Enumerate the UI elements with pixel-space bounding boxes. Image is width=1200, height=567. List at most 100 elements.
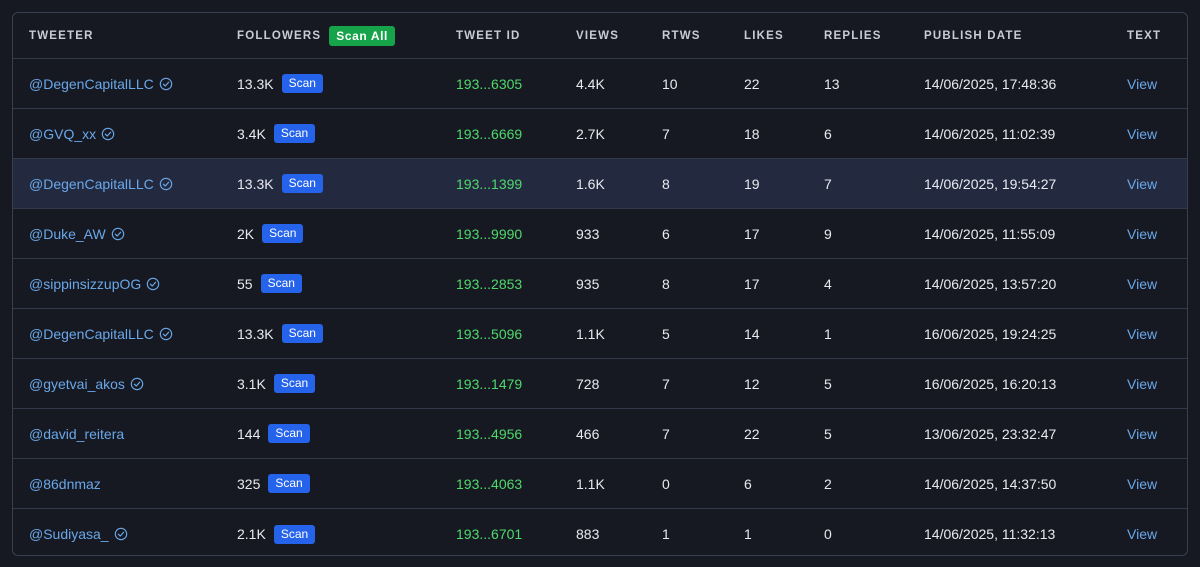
verified-check-icon (159, 327, 173, 341)
header-views: VIEWS (576, 29, 620, 42)
scan-button[interactable]: Scan (273, 124, 316, 143)
scan-button[interactable]: Scan (273, 374, 316, 393)
view-text-link[interactable]: View (1127, 409, 1157, 458)
view-text-link[interactable]: View (1127, 209, 1157, 258)
publish-date: 13/06/2025, 23:32:47 (924, 425, 1057, 442)
scan-button[interactable]: Scan (260, 274, 302, 293)
followers-count: 2.1K (237, 526, 266, 542)
table-row[interactable]: @Duke_AW 2K Scan 193...9990 933 6 17 9 14/06/202… (13, 209, 1187, 259)
replies-count: 7 (824, 175, 832, 192)
likes-count: 19 (744, 175, 760, 192)
followers-cell: 55 Scan (237, 259, 302, 308)
views-count: 1.6K (576, 175, 605, 192)
tweet-id-link[interactable]: 193...6701 (456, 509, 522, 555)
followers-cell: 2K Scan (237, 209, 304, 258)
likes-count: 17 (744, 225, 760, 242)
table-row[interactable]: @DegenCapitalLLC 13.3K Scan 193...1399 1.6K 8… (13, 159, 1187, 209)
tweeter-handle-link[interactable]: @86dnmaz (29, 476, 101, 492)
followers-count: 13.3K (237, 75, 274, 92)
replies-count: 9 (824, 225, 832, 242)
views-count: 883 (576, 526, 600, 542)
table-row[interactable]: @Sudiyasa_ 2.1K Scan 193...6701 883 1 1 0 14/06/… (13, 509, 1187, 555)
likes-count: 22 (744, 75, 760, 92)
tweet-id-link[interactable]: 193...1399 (456, 159, 522, 208)
followers-cell: 144 Scan (237, 409, 310, 458)
view-text-link[interactable]: View (1127, 109, 1157, 158)
tweet-id-link[interactable]: 193...4956 (456, 409, 522, 458)
publish-date: 16/06/2025, 16:20:13 (924, 375, 1057, 392)
tweeter-handle-link[interactable]: @gyetvai_akos (29, 376, 125, 392)
tweet-id-link[interactable]: 193...6669 (456, 109, 522, 158)
tweet-id-link[interactable]: 193...2853 (456, 259, 522, 308)
publish-date: 14/06/2025, 13:57:20 (924, 275, 1057, 292)
tweeter-handle-link[interactable]: @GVQ_xx (29, 126, 96, 142)
replies-count: 0 (824, 526, 832, 542)
header-likes: LIKES (744, 29, 784, 42)
likes-count: 22 (744, 425, 760, 442)
publish-date: 14/06/2025, 11:55:09 (924, 225, 1056, 242)
view-text-link[interactable]: View (1127, 359, 1157, 408)
followers-cell: 13.3K Scan (237, 309, 323, 358)
table-row[interactable]: @gyetvai_akos 3.1K Scan 193...1479 728 7 12 5 16… (13, 359, 1187, 409)
header-tweeter: TWEETER (29, 29, 94, 42)
followers-count: 2K (237, 225, 255, 242)
header-rtws: RTWS (662, 29, 701, 42)
tweeter-handle-link[interactable]: @DegenCapitalLLC (29, 176, 154, 192)
tweet-id-link[interactable]: 193...4063 (456, 459, 522, 508)
scan-button[interactable]: Scan (268, 474, 310, 493)
publish-date: 14/06/2025, 11:32:13 (924, 526, 1056, 542)
tweeter-handle-link[interactable]: @DegenCapitalLLC (29, 76, 154, 92)
header-text: TEXT (1127, 29, 1162, 42)
scan-button[interactable]: Scan (281, 324, 323, 343)
tweeter-cell: @david_reitera (29, 409, 124, 458)
tweeter-cell: @GVQ_xx (29, 109, 115, 158)
view-text-link[interactable]: View (1127, 59, 1157, 108)
scan-button[interactable]: Scan (281, 174, 323, 193)
likes-count: 1 (744, 526, 752, 542)
tweet-id-link[interactable]: 193...1479 (456, 359, 522, 408)
retweets-count: 5 (662, 325, 670, 342)
tweeter-cell: @gyetvai_akos (29, 359, 144, 408)
retweets-count: 7 (662, 425, 670, 442)
tweeter-cell: @Sudiyasa_ (29, 509, 128, 555)
views-count: 4.4K (576, 75, 605, 92)
table-row[interactable]: @DegenCapitalLLC 13.3K Scan 193...6305 4.4K 1… (13, 59, 1187, 109)
replies-count: 5 (824, 375, 832, 392)
scan-button[interactable]: Scan (281, 74, 323, 93)
tweeter-handle-link[interactable]: @DegenCapitalLLC (29, 326, 154, 342)
tweeter-handle-link[interactable]: @Sudiyasa_ (29, 526, 109, 542)
table-row[interactable]: @DegenCapitalLLC 13.3K Scan 193...5096 1.1K 5… (13, 309, 1187, 359)
table-row[interactable]: @GVQ_xx 3.4K Scan 193...6669 2.7K 7 18 6 14/06/2… (13, 109, 1187, 159)
scan-all-button[interactable]: Scan All (329, 25, 395, 46)
tweeter-cell: @sippinsizzupOG (29, 259, 160, 308)
table-row[interactable]: @sippinsizzupOG 55 Scan 193...2853 935 8 17 4 14… (13, 259, 1187, 309)
tweeter-handle-link[interactable]: @david_reitera (29, 426, 124, 442)
tweeter-cell: @DegenCapitalLLC (29, 159, 173, 208)
view-text-link[interactable]: View (1127, 509, 1157, 555)
view-text-link[interactable]: View (1127, 309, 1157, 358)
tweeter-handle-link[interactable]: @Duke_AW (29, 226, 106, 242)
header-followers-cell: FOLLOWERS Scan All (237, 13, 395, 58)
scan-button[interactable]: Scan (262, 224, 304, 243)
retweets-count: 0 (662, 475, 670, 492)
publish-date: 16/06/2025, 19:24:25 (924, 325, 1057, 342)
view-text-link[interactable]: View (1127, 159, 1157, 208)
tweet-id-link[interactable]: 193...5096 (456, 309, 522, 358)
table-row[interactable]: @david_reitera 144 Scan 193...4956 466 7 22 5 13… (13, 409, 1187, 459)
tweet-id-link[interactable]: 193...9990 (456, 209, 522, 258)
header-publish-date: PUBLISH DATE (924, 29, 1023, 42)
view-text-link[interactable]: View (1127, 259, 1157, 308)
followers-cell: 3.4K Scan (237, 109, 316, 158)
publish-date: 14/06/2025, 17:48:36 (924, 75, 1057, 92)
verified-check-icon (159, 177, 173, 191)
replies-count: 5 (824, 425, 832, 442)
scan-button[interactable]: Scan (268, 424, 310, 443)
scan-button[interactable]: Scan (273, 524, 316, 544)
verified-check-icon (101, 127, 115, 141)
table-row[interactable]: @86dnmaz 325 Scan 193...4063 1.1K 0 6 2 14/06/20… (13, 459, 1187, 509)
tweeter-handle-link[interactable]: @sippinsizzupOG (29, 276, 141, 292)
view-text-link[interactable]: View (1127, 459, 1157, 508)
followers-cell: 3.1K Scan (237, 359, 316, 408)
publish-date: 14/06/2025, 19:54:27 (924, 175, 1057, 192)
tweet-id-link[interactable]: 193...6305 (456, 59, 522, 108)
